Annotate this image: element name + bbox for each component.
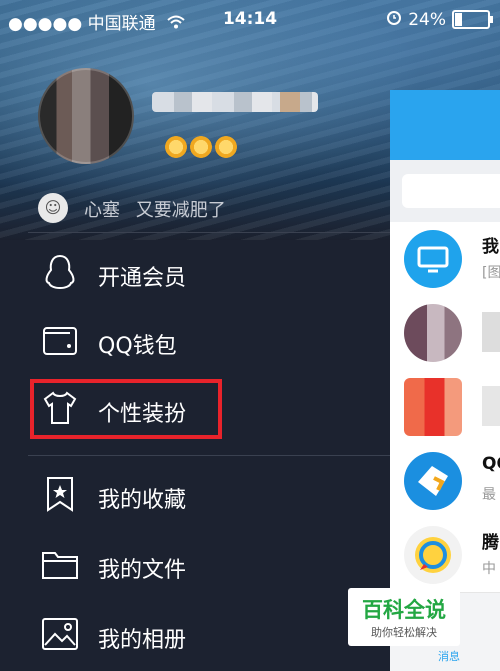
chat-subtitle: 中: [482, 561, 496, 577]
computer-icon: [404, 230, 462, 288]
signature-text: 心塞 又要减肥了: [84, 196, 226, 222]
signature-content: 又要减肥了: [135, 200, 226, 221]
folder-icon: [40, 544, 80, 584]
watermark-title: 百科全说: [362, 598, 446, 622]
search-input[interactable]: [402, 174, 500, 208]
menu-label: 我的收藏: [98, 488, 187, 513]
chat-subtitle: 最: [482, 487, 496, 503]
menu-item-album[interactable]: 我的相册: [0, 602, 390, 670]
battery-percent: 24%: [408, 9, 446, 30]
wallet-icon: [40, 320, 80, 360]
nickname-blur-tag: [280, 92, 300, 112]
blurred-text: [482, 312, 500, 352]
main-chat-panel[interactable]: 我 [图 QQ 最 腾 中: [390, 90, 500, 671]
signature-avatar-icon: ☺: [38, 193, 68, 223]
chat-row[interactable]: QQ 最: [390, 444, 500, 519]
divider: [28, 232, 390, 233]
menu-item-wallet[interactable]: QQ钱包: [0, 308, 390, 376]
chat-header: [390, 90, 500, 160]
sun-icon: [190, 136, 212, 158]
photo-icon: [40, 614, 80, 654]
menu-label: QQ钱包: [98, 334, 177, 359]
menu-label: 我的文件: [98, 558, 187, 583]
chat-title: 腾: [482, 533, 499, 553]
divider: [28, 455, 390, 456]
chat-title: 我: [482, 237, 499, 257]
tab-messages[interactable]: 消息: [438, 648, 460, 664]
highlight-box: [30, 379, 222, 439]
chat-row[interactable]: [390, 296, 500, 371]
menu-item-files[interactable]: 我的文件: [0, 532, 390, 600]
menu-label: 开通会员: [98, 266, 187, 291]
battery-icon: [452, 10, 493, 29]
menu-item-favorites[interactable]: 我的收藏: [0, 462, 390, 530]
watermark-subtitle: 助你轻松解决: [371, 626, 437, 639]
status-bar: ●●●●● 中国联通 14:14 24%: [0, 0, 500, 38]
alarm-icon: [386, 9, 402, 30]
sun-icon: [165, 136, 187, 158]
blurred-text: [482, 386, 500, 426]
menu-label: 我的相册: [98, 628, 187, 653]
tencent-news-icon: [404, 526, 462, 584]
avatar: [404, 304, 462, 362]
sun-icon: [215, 136, 237, 158]
signature-name: 心塞: [84, 200, 120, 221]
avatar: [404, 378, 462, 436]
chat-row[interactable]: 腾 中: [390, 518, 500, 593]
battery-fill: [455, 13, 462, 26]
penguin-icon: [40, 252, 80, 292]
menu-item-vip[interactable]: 开通会员: [0, 240, 390, 308]
bookmark-star-icon: [40, 474, 80, 514]
qq-game-icon: [404, 452, 462, 510]
chat-row[interactable]: [390, 370, 500, 445]
chat-title: QQ: [482, 454, 500, 474]
chat-row[interactable]: 我 [图: [390, 222, 500, 297]
avatar[interactable]: [38, 68, 134, 164]
chat-subtitle: [图: [482, 265, 500, 281]
